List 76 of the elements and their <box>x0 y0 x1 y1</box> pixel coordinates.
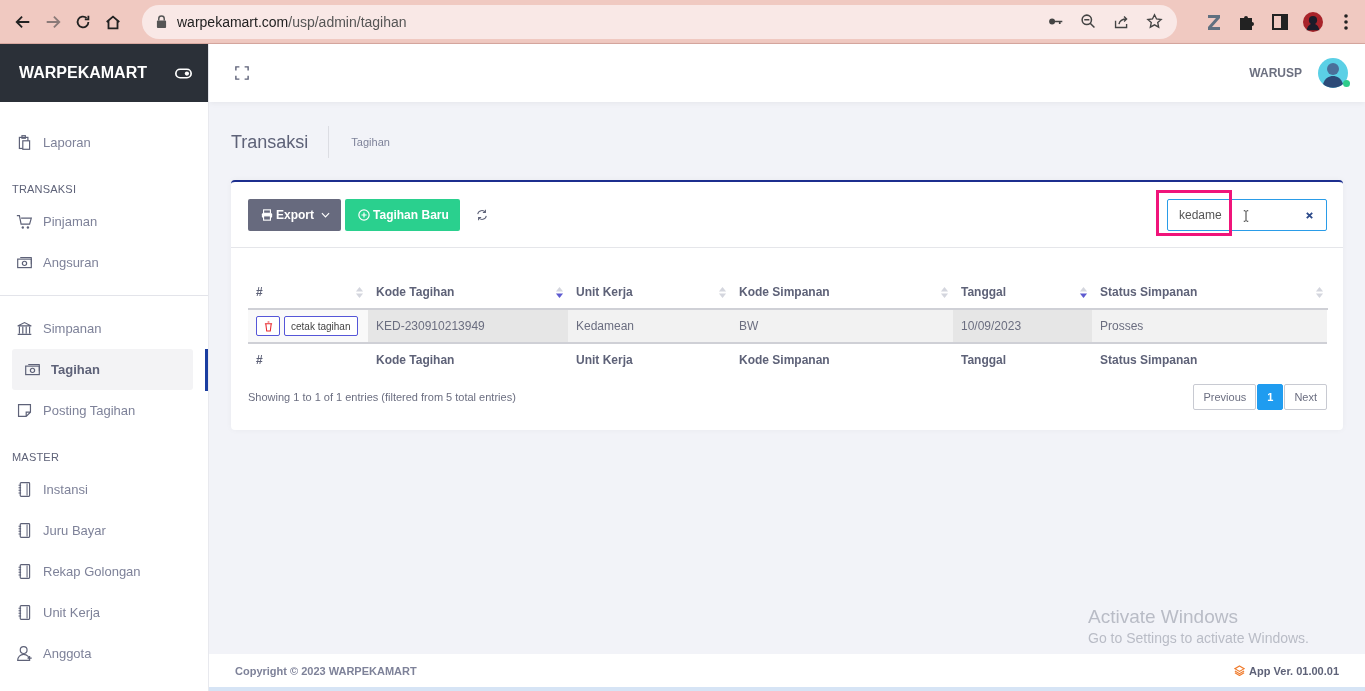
side-panel-icon[interactable] <box>1270 11 1290 32</box>
refresh-icon[interactable] <box>475 209 488 221</box>
sort-icon <box>355 285 364 299</box>
page-title: Transaksi <box>231 126 330 158</box>
page-button[interactable]: 1 <box>1257 384 1284 410</box>
column-footer: # <box>248 344 368 376</box>
book-icon <box>16 563 33 580</box>
delete-button[interactable] <box>256 316 280 336</box>
sort-icon <box>1315 285 1324 299</box>
print-bill-button[interactable]: cetak tagihan <box>284 316 358 336</box>
book-icon <box>16 604 33 621</box>
layers-icon <box>1234 665 1246 676</box>
book-icon <box>16 481 33 498</box>
money-icon <box>24 361 41 378</box>
address-bar[interactable]: warpekamart.com/usp/admin/tagihan <box>142 4 1177 39</box>
table-cell-text: BW <box>738 318 760 335</box>
next-button[interactable]: Next <box>1284 384 1327 410</box>
sidebar-item[interactable]: Simpanan <box>0 308 193 349</box>
plus-circle-icon <box>358 209 370 221</box>
app-version: App Ver. 01.00.01 <box>1249 664 1339 677</box>
sidebar-item[interactable]: Angsuran <box>0 242 193 283</box>
column-footer: Status Simpanan <box>1092 344 1328 376</box>
sort-icon <box>940 285 949 299</box>
money-icon <box>16 254 33 271</box>
sort-descending-icon <box>1079 285 1088 299</box>
clear-icon[interactable] <box>1305 210 1314 220</box>
sort-icon <box>718 285 727 299</box>
sidebar-item[interactable]: Anggota <box>0 633 193 674</box>
column-footer: Tanggal <box>953 344 1092 376</box>
menu-heading: MASTER <box>11 450 61 465</box>
entries-info: Showing 1 to 1 of 1 entries (filtered from 5 total entries) <box>248 391 516 403</box>
lock-icon <box>156 15 167 28</box>
menu-heading: TRANSAKSI <box>11 182 78 197</box>
sidebar-item[interactable]: Juru Bayar <box>0 510 193 551</box>
column-footer: Kode Simpanan <box>731 344 953 376</box>
copyright-text: Copyright © 2023 WARPEKAMART <box>235 664 417 677</box>
previous-button[interactable]: Previous <box>1193 384 1257 410</box>
toggle-icon[interactable] <box>175 67 192 79</box>
user-name[interactable]: WARUSP <box>1249 66 1302 80</box>
table-cell-text: Kedamean <box>575 318 636 335</box>
export-button[interactable]: Export <box>248 199 341 231</box>
brand-name: WARPEKAMART <box>19 64 148 82</box>
sort-descending-icon <box>555 285 564 299</box>
sidebar-item[interactable]: Rekap Golongan <box>0 551 193 592</box>
sidebar-item[interactable]: Pinjaman <box>0 201 193 242</box>
caret-icon <box>321 212 330 218</box>
url-text: warpekamart.com/usp/admin/tagihan <box>177 13 407 30</box>
cart-icon <box>16 213 33 230</box>
sidebar-item[interactable]: Instansi <box>0 469 193 510</box>
user-plus-icon <box>16 645 33 662</box>
search-field[interactable]: kedame <box>1167 199 1327 231</box>
zoom-out-icon[interactable] <box>1080 13 1097 30</box>
breadcrumb[interactable]: Tagihan <box>351 136 390 148</box>
printer-icon <box>261 209 273 221</box>
user-avatar[interactable] <box>1318 58 1348 88</box>
sidebar-item[interactable]: Posting Tagihan <box>0 390 193 431</box>
column-footer: Unit Kerja <box>568 344 731 376</box>
bank-icon <box>16 320 33 337</box>
sidebar-item[interactable]: Laporan <box>0 122 193 163</box>
share-icon[interactable] <box>1113 13 1130 30</box>
profile-avatar[interactable] <box>1303 11 1323 32</box>
book-icon <box>16 522 33 539</box>
activation-text: Go to Settings to activate Windows. <box>1088 630 1309 646</box>
menu-icon[interactable] <box>1343 11 1349 32</box>
text-cursor-icon <box>1243 209 1249 223</box>
note-icon <box>16 402 33 419</box>
fullscreen-icon[interactable] <box>235 66 249 80</box>
sidebar-item[interactable]: Unit Kerja <box>0 592 193 633</box>
table-cell: KED-230910213949 <box>368 310 568 342</box>
star-icon[interactable] <box>1146 13 1163 30</box>
column-footer: Kode Tagihan <box>368 344 568 376</box>
activation-title: Activate Windows <box>1088 606 1239 628</box>
table-cell-text: Prosses <box>1099 318 1145 335</box>
clipboard-icon <box>16 134 33 151</box>
trash-icon <box>263 320 273 332</box>
table-cell: 10/09/2023 <box>953 310 1092 342</box>
